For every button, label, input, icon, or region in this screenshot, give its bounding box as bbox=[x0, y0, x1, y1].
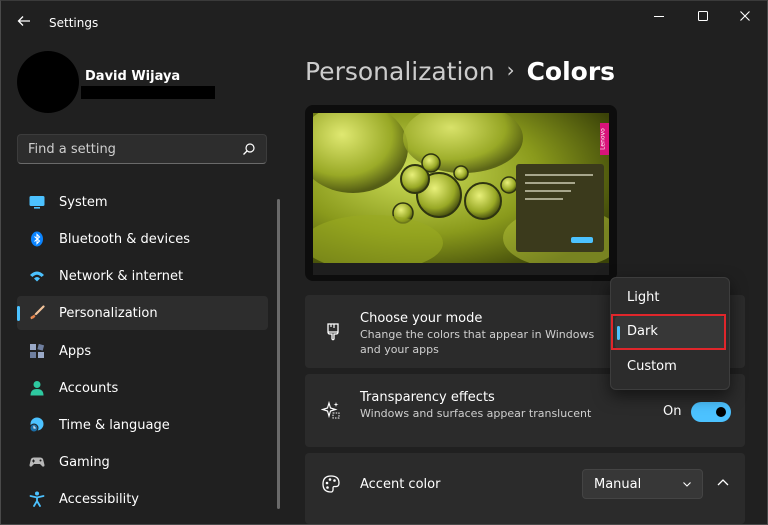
app-title: Settings bbox=[49, 16, 99, 30]
close-button[interactable] bbox=[729, 7, 761, 29]
theme-preview: Lenovo bbox=[305, 105, 617, 281]
sidebar-item-bluetooth[interactable]: Bluetooth & devices bbox=[17, 222, 268, 256]
sidebar-item-label: Gaming bbox=[59, 455, 110, 470]
search-box[interactable] bbox=[17, 134, 267, 164]
settings-window: Settings David Wijaya System Bluetooth &… bbox=[0, 0, 768, 525]
search-icon[interactable] bbox=[242, 142, 256, 156]
breadcrumb-parent[interactable]: Personalization bbox=[305, 57, 495, 86]
card-title: Transparency effects bbox=[360, 390, 495, 405]
accent-color-card: Accent color Manual bbox=[305, 453, 745, 524]
toggle-knob bbox=[716, 407, 726, 417]
sidebar-item-accessibility[interactable]: Accessibility bbox=[17, 482, 268, 516]
chevron-right-icon: › bbox=[506, 58, 515, 82]
sidebar-item-label: Accounts bbox=[59, 381, 119, 396]
chevron-down-icon bbox=[683, 482, 691, 487]
collapse-button[interactable] bbox=[711, 471, 735, 495]
lenovo-tag: Lenovo bbox=[600, 128, 607, 150]
mode-option-custom[interactable]: Custom bbox=[615, 351, 725, 384]
sidebar-item-system[interactable]: System bbox=[17, 185, 268, 219]
sidebar-item-label: Personalization bbox=[59, 306, 158, 321]
option-label: Custom bbox=[627, 359, 677, 374]
option-label: Light bbox=[627, 290, 660, 305]
gamepad-icon bbox=[29, 457, 45, 467]
monitor-icon bbox=[29, 196, 45, 209]
globe-clock-icon bbox=[29, 417, 44, 433]
sidebar-scrollbar[interactable] bbox=[277, 199, 280, 509]
sidebar-item-network[interactable]: Network & internet bbox=[17, 259, 268, 293]
avatar[interactable] bbox=[17, 51, 79, 113]
wallpaper-preview: Lenovo bbox=[313, 113, 609, 275]
sidebar-item-label: System bbox=[59, 195, 108, 210]
maximize-button[interactable] bbox=[687, 7, 719, 29]
apps-icon bbox=[30, 343, 45, 358]
accent-color-select[interactable]: Manual bbox=[582, 469, 703, 499]
chevron-up-icon bbox=[717, 479, 729, 486]
active-indicator bbox=[17, 306, 20, 321]
sidebar-item-personalization[interactable]: Personalization bbox=[17, 296, 268, 330]
accessibility-icon bbox=[29, 491, 45, 507]
sidebar-item-label: Time & language bbox=[59, 418, 170, 433]
toggle-state-label: On bbox=[663, 404, 682, 419]
maximize-icon bbox=[698, 11, 708, 21]
sparkle-icon bbox=[321, 400, 340, 419]
minimize-icon bbox=[654, 16, 664, 17]
user-email-redacted bbox=[81, 86, 215, 99]
sidebar-item-apps[interactable]: Apps bbox=[17, 334, 268, 368]
person-icon bbox=[30, 381, 44, 396]
paint-brush-icon bbox=[327, 323, 339, 341]
mode-option-light[interactable]: Light bbox=[615, 282, 725, 315]
brush-icon bbox=[30, 305, 45, 320]
highlight-box bbox=[611, 314, 726, 350]
card-title: Choose your mode bbox=[360, 311, 483, 326]
sidebar-item-label: Accessibility bbox=[59, 492, 139, 507]
bluetooth-icon bbox=[31, 231, 43, 247]
card-description: Windows and surfaces appear translucent bbox=[360, 407, 592, 420]
arrow-left-icon bbox=[17, 16, 30, 26]
card-title: Accent color bbox=[360, 477, 441, 492]
sidebar-item-label: Apps bbox=[59, 344, 92, 359]
sidebar-item-time-language[interactable]: Time & language bbox=[17, 408, 268, 442]
wifi-icon bbox=[30, 271, 44, 282]
search-input[interactable] bbox=[28, 142, 228, 157]
title-bar: Settings bbox=[1, 1, 767, 45]
select-value: Manual bbox=[594, 477, 642, 492]
sidebar-item-label: Bluetooth & devices bbox=[59, 232, 190, 247]
palette-icon bbox=[322, 475, 340, 493]
transparency-toggle[interactable] bbox=[691, 402, 731, 422]
minimize-button[interactable] bbox=[643, 7, 675, 29]
sidebar-item-label: Network & internet bbox=[59, 269, 184, 284]
sidebar-item-accounts[interactable]: Accounts bbox=[17, 371, 268, 405]
back-button[interactable] bbox=[15, 13, 33, 31]
page-title: Colors bbox=[526, 57, 616, 86]
user-name: David Wijaya bbox=[85, 69, 181, 84]
breadcrumb: Personalization › Colors bbox=[305, 57, 615, 86]
close-icon bbox=[740, 11, 750, 21]
card-description: Change the colors that appear in Windows… bbox=[360, 328, 595, 356]
sidebar-item-gaming[interactable]: Gaming bbox=[17, 445, 268, 479]
